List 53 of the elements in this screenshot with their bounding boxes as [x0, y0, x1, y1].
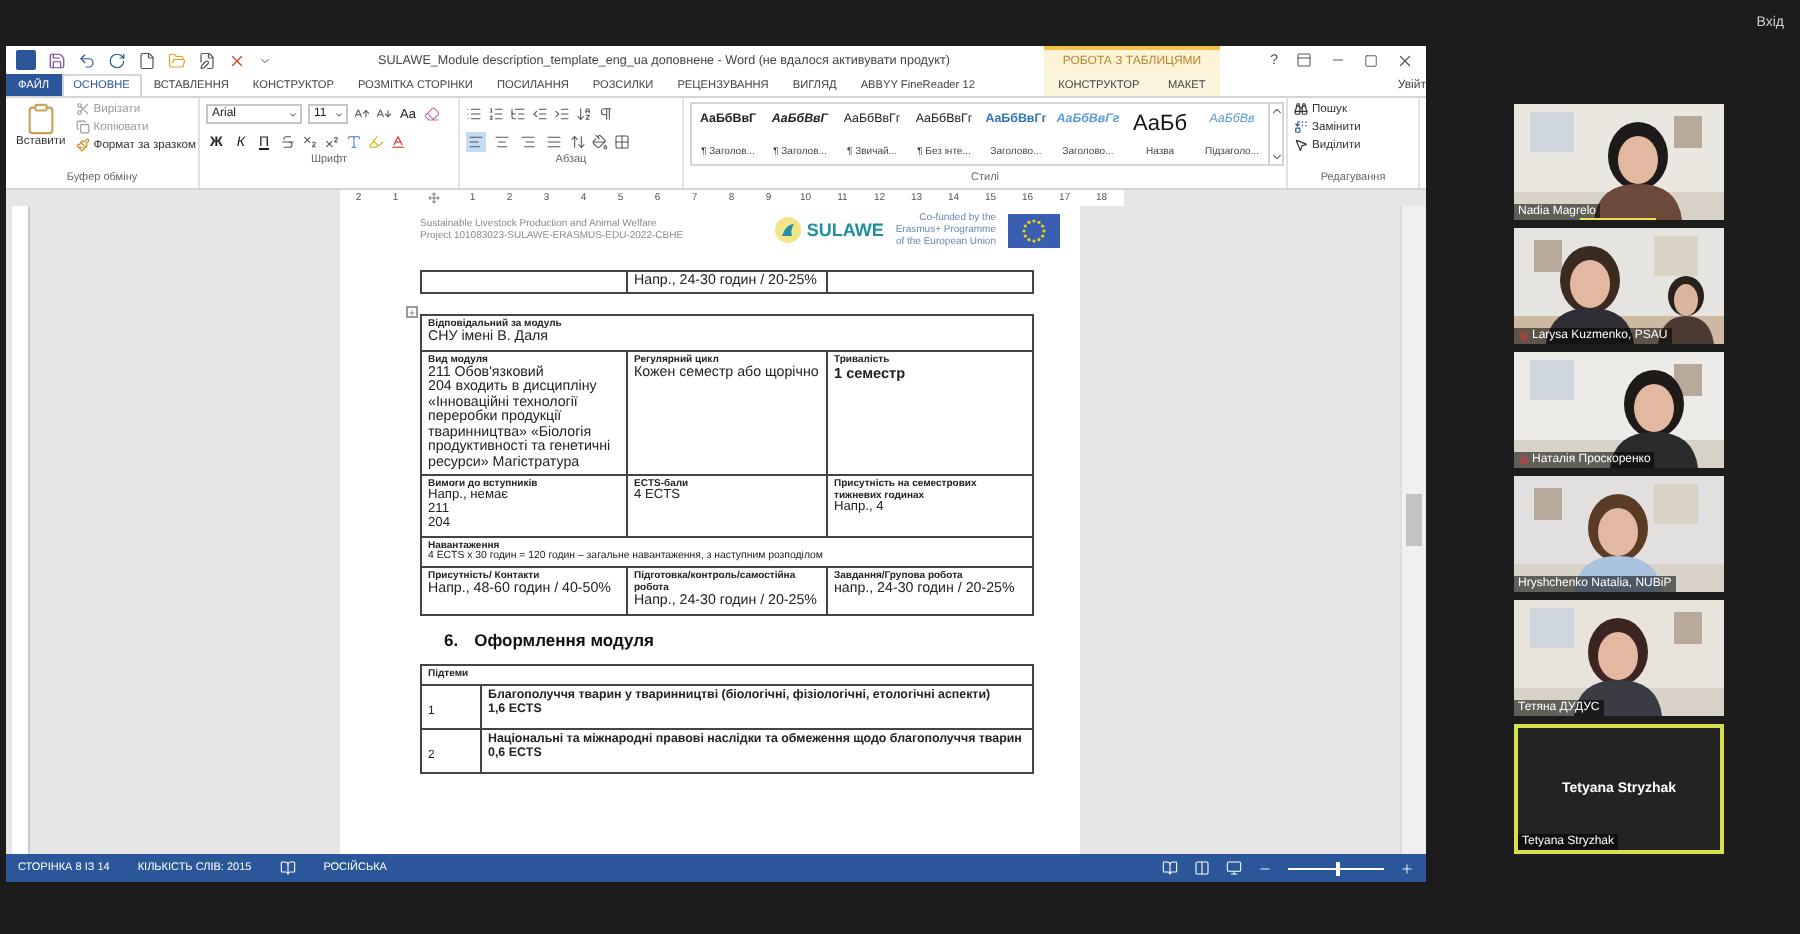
shrink-font-icon [376, 106, 392, 122]
text-effects-icon [345, 134, 361, 150]
copy-icon [75, 120, 90, 134]
numbering-icon [488, 106, 504, 122]
decrease-indent-icon [532, 106, 548, 122]
restore-icon [1364, 53, 1378, 67]
subscript-icon [301, 134, 317, 150]
eraser-icon [424, 106, 441, 122]
caret-icon [288, 109, 298, 119]
folder-icon [168, 51, 186, 69]
web-layout-icon [1226, 860, 1242, 876]
caret-icon [334, 109, 344, 119]
sort-icon [576, 106, 592, 122]
table-move-handle-icon[interactable] [408, 307, 416, 318]
print-layout-icon [1194, 860, 1210, 876]
scrollbar[interactable] [1400, 206, 1426, 854]
shading-icon [592, 134, 608, 150]
section-number: 6. [444, 629, 459, 650]
close-icon [1396, 51, 1414, 69]
multilevel-list-icon [510, 106, 526, 122]
scissors-icon [75, 102, 90, 116]
grow-font-icon [354, 106, 370, 122]
save-icon [48, 51, 66, 69]
font-color-icon [389, 134, 405, 150]
superscript-icon [323, 134, 339, 150]
eu-flag-icon [1008, 213, 1060, 247]
undo-icon [78, 51, 96, 69]
scroll-up-icon[interactable] [1270, 104, 1284, 118]
logo-icon [774, 216, 803, 244]
clipboard-icon [23, 102, 58, 136]
highlighter-icon [367, 134, 383, 150]
paintbrush-icon [75, 138, 90, 152]
section-heading: Оформлення модуля [474, 629, 654, 650]
strikethrough-icon [279, 134, 295, 150]
increase-indent-icon [554, 106, 570, 122]
borders-icon [614, 134, 630, 150]
scroll-down-icon[interactable] [1270, 150, 1284, 164]
binoculars-icon [1294, 102, 1308, 116]
edit-document-icon [198, 51, 216, 69]
read-mode-icon [1162, 860, 1178, 876]
close-icon [228, 51, 246, 69]
zoom-in-icon [1400, 861, 1414, 875]
caret-icon [258, 53, 272, 67]
pointer-icon [1294, 138, 1308, 152]
proofing-icon [279, 860, 296, 876]
ribbon-display-icon [1296, 52, 1312, 68]
logo-text: SULAWE [806, 220, 884, 240]
indent-marker-icon[interactable] [428, 192, 440, 204]
redo-icon [108, 51, 126, 69]
new-document-icon [138, 51, 156, 69]
bullets-icon [466, 106, 482, 122]
pilcrow-icon [598, 106, 614, 122]
line-spacing-icon [570, 134, 586, 150]
